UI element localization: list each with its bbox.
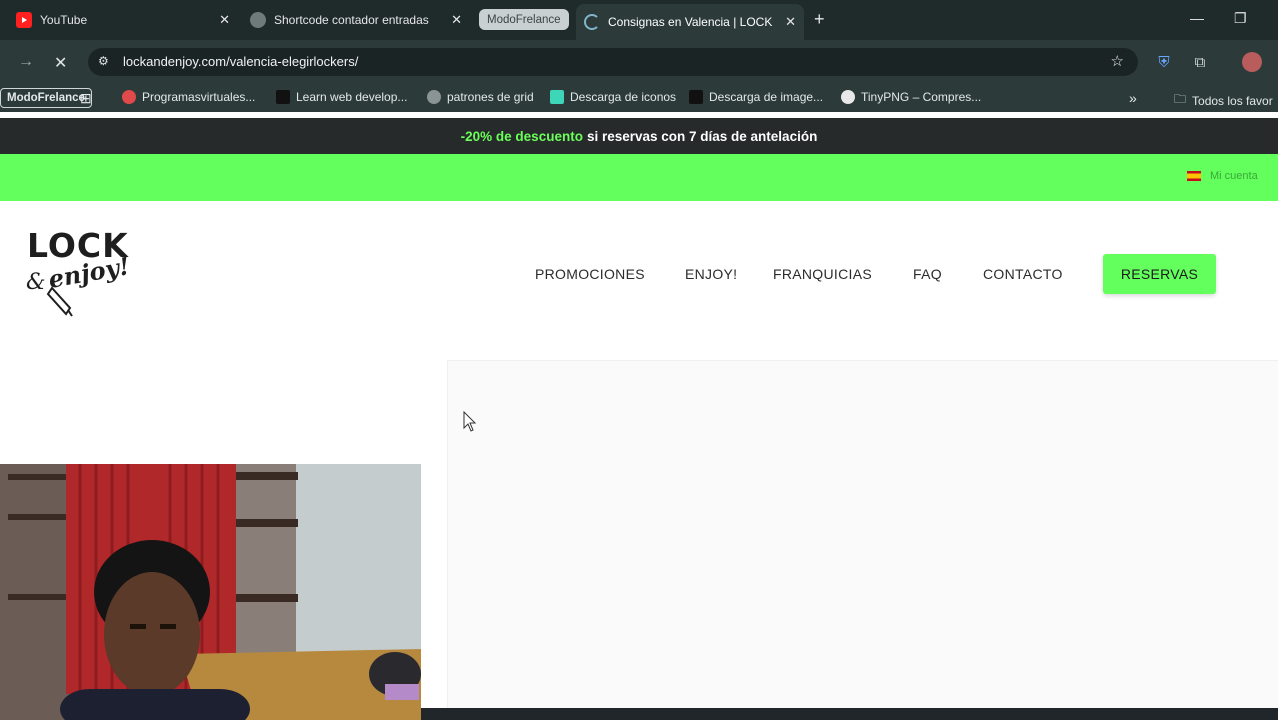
bookmark-item[interactable]: patrones de grid — [427, 90, 534, 104]
loading-spinner-icon — [584, 14, 600, 30]
bookmark-star-icon[interactable]: ☆ — [1111, 52, 1124, 70]
promo-text: si reservas con 7 días de antelación — [586, 128, 818, 144]
browser-tab-strip: YouTube ✕ Shortcode contador entradas ✕ … — [0, 0, 1278, 40]
key-icon — [46, 286, 73, 317]
webcam-overlay — [0, 464, 421, 720]
more-bookmarks-icon[interactable]: » — [1129, 90, 1137, 106]
spain-flag-icon[interactable] — [1187, 171, 1201, 181]
logo-ampersand: & — [26, 270, 46, 295]
bookmark-label: patrones de grid — [447, 90, 534, 104]
nav-contacto[interactable]: CONTACTO — [983, 266, 1063, 282]
address-bar[interactable]: ⚙ lockandenjoy.com/valencia-elegirlocker… — [88, 48, 1138, 76]
tab-youtube[interactable]: YouTube ✕ — [6, 6, 238, 34]
stop-loading-icon[interactable]: ✕ — [54, 53, 67, 73]
close-icon[interactable]: ✕ — [219, 12, 230, 28]
bookmark-item[interactable]: TinyPNG – Compres... — [841, 90, 981, 104]
bookmark-item[interactable]: Programasvirtuales... — [122, 90, 255, 104]
bookmark-label: Descarga de iconos — [570, 90, 677, 104]
bookmark-modofrelance[interactable]: ModoFrelance — [0, 88, 92, 108]
image-icon — [689, 90, 703, 104]
bookmark-label: Descarga de image... — [709, 90, 824, 104]
extensions-icon[interactable]: ⧉ — [1190, 52, 1210, 72]
bookmark-label: Todos los favor — [1192, 93, 1273, 108]
mdn-icon — [276, 90, 290, 104]
close-icon[interactable]: ✕ — [451, 12, 462, 28]
nav-promociones[interactable]: PROMOCIONES — [535, 266, 645, 282]
apps-grid-icon[interactable]: ⊞ — [80, 90, 92, 107]
tab-active[interactable]: Consignas en Valencia | LOCK & ✕ — [576, 4, 804, 40]
promo-highlight: -20% de descuento — [460, 128, 583, 144]
youtube-icon — [16, 12, 32, 28]
bookmark-label: TinyPNG – Compres... — [861, 90, 982, 104]
bookmark-all-folder[interactable]: 🗀 Todos los favor — [1174, 90, 1273, 111]
promo-banner: -20% de descuento si reservas con 7 días… — [0, 118, 1278, 154]
bookmark-item[interactable]: Learn web develop... — [276, 90, 407, 104]
bookmark-label: Learn web develop... — [296, 90, 408, 104]
bookmark-item[interactable]: Descarga de iconos — [550, 90, 676, 104]
shield-icon[interactable]: ⛨ — [1154, 52, 1174, 72]
tab-label: YouTube — [40, 13, 88, 27]
webcam-image — [0, 464, 421, 720]
bookmarks-bar: ModoFrelance ⊞ Programasvirtuales... Lea… — [0, 84, 1278, 112]
globe-icon — [427, 90, 441, 104]
globe-icon — [250, 12, 266, 28]
new-tab-button[interactable]: + — [814, 9, 825, 30]
bookmark-label: Programasvirtuales... — [142, 90, 256, 104]
vuetify-icon — [550, 90, 564, 104]
os-taskbar — [421, 708, 1278, 720]
folder-icon: 🗀 — [1174, 92, 1187, 106]
minimize-icon[interactable]: — — [1190, 10, 1204, 26]
reservas-button[interactable]: RESERVAS — [1103, 254, 1216, 294]
avatar[interactable] — [1242, 52, 1262, 72]
nav-faq[interactable]: FAQ — [913, 266, 942, 282]
nav-enjoy[interactable]: ENJOY! — [685, 266, 737, 282]
tab-label: Consignas en Valencia | LOCK & — [608, 15, 773, 29]
url-text[interactable]: lockandenjoy.com/valencia-elegirlockers/ — [123, 54, 358, 69]
account-link[interactable]: Mi cuenta — [1210, 170, 1258, 182]
top-green-bar — [0, 154, 1278, 201]
panda-icon — [841, 90, 855, 104]
site-settings-icon[interactable]: ⚙ — [98, 54, 114, 70]
tab-shortcode[interactable]: Shortcode contador entradas ✕ — [240, 6, 470, 34]
tab-group-label[interactable]: ModoFrelance — [479, 9, 569, 30]
restore-icon[interactable]: ❐ — [1234, 10, 1247, 27]
tab-label: Shortcode contador entradas — [274, 13, 429, 27]
pinterest-icon — [122, 90, 136, 104]
site-logo[interactable]: LOCK & enjoy! — [26, 226, 141, 320]
forward-icon[interactable]: → — [18, 53, 34, 71]
close-icon[interactable]: ✕ — [785, 14, 796, 30]
bookmark-item[interactable]: Descarga de image... — [689, 90, 823, 104]
content-placeholder — [447, 360, 1278, 708]
mouse-cursor-icon — [463, 411, 477, 432]
nav-franquicias[interactable]: FRANQUICIAS — [773, 266, 872, 282]
